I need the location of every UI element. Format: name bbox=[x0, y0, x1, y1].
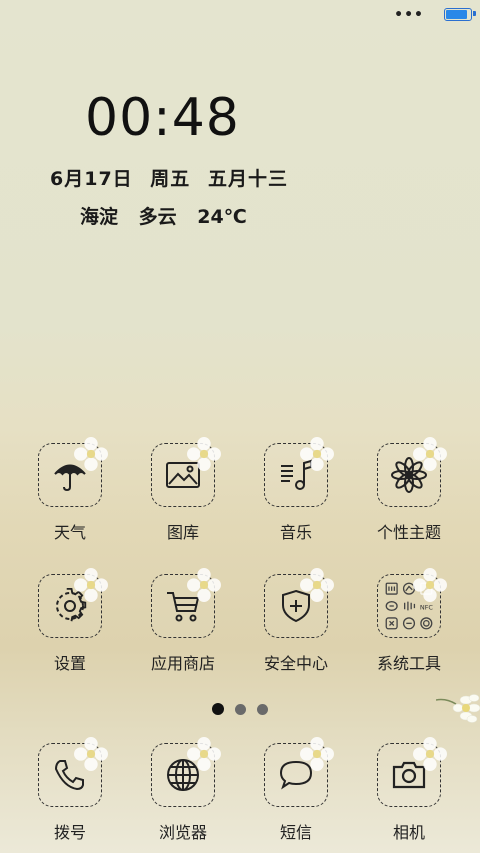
flower-decoration-icon bbox=[413, 437, 447, 471]
app-icon-frame bbox=[264, 437, 334, 507]
battery-tip bbox=[473, 11, 476, 16]
app-icon-frame bbox=[264, 568, 334, 638]
flower-decoration-icon bbox=[300, 437, 334, 471]
app-label: 设置 bbox=[53, 654, 86, 673]
flower-decoration-icon bbox=[187, 568, 221, 602]
status-bar: ••• bbox=[0, 0, 480, 28]
app-browser[interactable]: 浏览器 bbox=[133, 737, 233, 843]
date-line: 6月17日 周五 五月十三 bbox=[50, 164, 298, 191]
app-label: 浏览器 bbox=[158, 823, 207, 842]
app-icon-frame bbox=[264, 737, 334, 807]
app-security[interactable]: 安全中心 bbox=[246, 568, 346, 674]
app-icon-frame bbox=[151, 568, 221, 638]
flower-decoration-icon bbox=[74, 437, 108, 471]
flower-decoration-icon bbox=[413, 737, 447, 771]
date-text: 6月17日 bbox=[50, 168, 133, 190]
battery-icon bbox=[444, 8, 472, 21]
app-store[interactable]: 应用商店 bbox=[133, 568, 233, 674]
app-icon-frame bbox=[38, 437, 108, 507]
flower-decoration-icon bbox=[187, 737, 221, 771]
page-dot-3[interactable] bbox=[257, 704, 269, 715]
app-label: 音乐 bbox=[279, 523, 312, 542]
app-themes[interactable]: 个性主题 bbox=[359, 437, 459, 543]
app-phone[interactable]: 拨号 bbox=[20, 737, 120, 843]
flower-decoration-icon bbox=[413, 568, 447, 602]
app-music[interactable]: 音乐 bbox=[246, 437, 346, 543]
weekday-text: 周五 bbox=[150, 168, 191, 190]
app-icon-frame bbox=[38, 737, 108, 807]
page-indicator bbox=[0, 700, 480, 719]
location-text: 海淀 bbox=[80, 206, 119, 228]
flower-decoration-icon bbox=[74, 568, 108, 602]
app-icon-frame bbox=[151, 737, 221, 807]
app-gallery[interactable]: 图库 bbox=[133, 437, 233, 543]
app-icon-frame bbox=[377, 737, 447, 807]
page-dot-2[interactable] bbox=[235, 704, 246, 715]
weather-text: 多云 bbox=[138, 206, 177, 228]
app-messages[interactable]: 短信 bbox=[246, 737, 346, 843]
app-label: 安全中心 bbox=[263, 654, 328, 673]
flower-decoration-icon bbox=[187, 437, 221, 471]
app-label: 应用商店 bbox=[150, 654, 215, 673]
app-icon-frame bbox=[151, 437, 221, 507]
app-camera[interactable]: 相机 bbox=[359, 737, 459, 843]
clock-time[interactable]: 00:48 bbox=[85, 88, 240, 148]
app-settings[interactable]: 设置 bbox=[20, 568, 120, 674]
signal-dots-icon: ••• bbox=[394, 7, 424, 23]
app-icon-frame bbox=[377, 437, 447, 507]
svg-text:NFC: NFC bbox=[420, 603, 434, 611]
app-icon-frame bbox=[38, 568, 108, 638]
app-label: 天气 bbox=[53, 523, 86, 542]
lunar-date-text: 五月十三 bbox=[207, 168, 288, 190]
app-label: 短信 bbox=[279, 823, 312, 842]
app-label: 图库 bbox=[166, 523, 199, 542]
app-label: 相机 bbox=[392, 823, 425, 842]
page-dot-1[interactable] bbox=[211, 703, 224, 715]
flower-decoration-icon bbox=[300, 568, 334, 602]
weather-line[interactable]: 海淀 多云 24℃ bbox=[80, 202, 261, 229]
daisy-decoration-icon bbox=[436, 694, 480, 723]
app-label: 个性主题 bbox=[376, 523, 441, 542]
app-label: 系统工具 bbox=[376, 654, 441, 673]
app-weather[interactable]: 天气 bbox=[20, 437, 120, 543]
app-system-tools-folder[interactable]: NFC 系统工具 bbox=[359, 568, 459, 674]
app-label: 拨号 bbox=[53, 823, 86, 842]
temperature-text: 24℃ bbox=[197, 206, 247, 228]
battery-fill bbox=[446, 10, 467, 19]
flower-decoration-icon bbox=[300, 737, 334, 771]
flower-decoration-icon bbox=[74, 737, 108, 771]
app-icon-frame: NFC bbox=[377, 568, 447, 638]
